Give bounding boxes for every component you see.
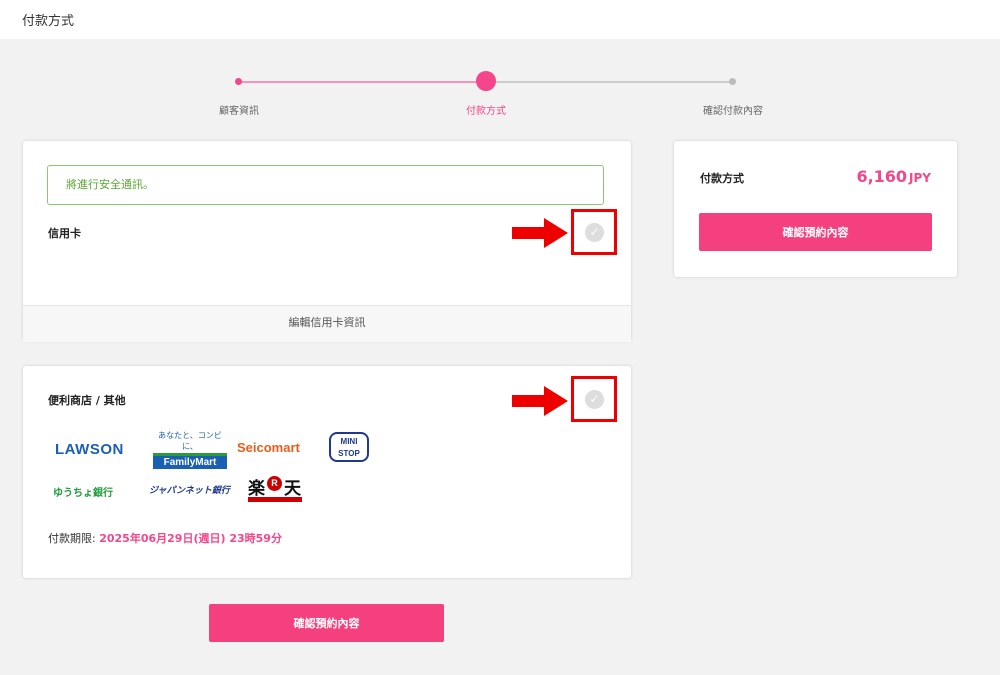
seicomart-logo: Seicomart bbox=[237, 440, 300, 455]
convenience-store-option[interactable]: 便利商店 / 其他 ✓ LAWSON あなたと、コンビに、 FamilyMart… bbox=[23, 366, 631, 578]
step-connector-pending bbox=[486, 81, 733, 83]
step-2-label: 付款方式 bbox=[466, 106, 506, 117]
confirm-reservation-button[interactable]: 確認預約內容 bbox=[699, 213, 932, 251]
price-amount: 6,160 bbox=[856, 167, 908, 186]
credit-card-radio[interactable]: ✓ bbox=[571, 209, 617, 255]
japannet-bank-logo: ジャパンネット銀行 bbox=[149, 485, 230, 495]
payment-deadline: 付款期限: 2025年06月29日(週日) 23時59分 bbox=[48, 530, 282, 546]
rakuten-r-badge: R bbox=[267, 476, 282, 491]
credit-card-option[interactable]: 將進行安全通訊。 信用卡 ✓ 編輯信用卡資訊 bbox=[23, 141, 631, 342]
secure-notice: 將進行安全通訊。 bbox=[47, 165, 604, 205]
step-3-dot bbox=[729, 78, 736, 85]
summary-price: 6,160 JPY bbox=[856, 167, 931, 186]
lawson-logo: LAWSON bbox=[55, 441, 124, 458]
yucho-bank-logo: ゆうちょ銀行 bbox=[53, 488, 113, 499]
deadline-value: 2025年06月29日(週日) 23時59分 bbox=[99, 532, 282, 545]
rakuten-sub-bar bbox=[248, 497, 302, 502]
page-title: 付款方式 bbox=[22, 14, 75, 29]
rakuten-char-1: 楽 bbox=[248, 479, 265, 498]
confirm-reservation-bottom-button[interactable]: 確認預約內容 bbox=[209, 604, 444, 642]
edit-credit-card-button[interactable]: 編輯信用卡資訊 bbox=[23, 305, 631, 342]
convenience-store-label: 便利商店 / 其他 bbox=[48, 394, 126, 407]
red-arrow-icon bbox=[512, 218, 568, 248]
ministop-line-1: MINI bbox=[340, 437, 358, 446]
credit-card-label: 信用卡 bbox=[48, 227, 81, 240]
step-1-dot bbox=[235, 78, 242, 85]
convenience-store-radio[interactable]: ✓ bbox=[571, 376, 617, 422]
summary-label: 付款方式 bbox=[700, 172, 744, 185]
price-currency: JPY bbox=[909, 171, 931, 185]
payment-summary: 付款方式 6,160 JPY 確認預約內容 bbox=[674, 141, 957, 277]
familymart-wordmark: FamilyMart bbox=[153, 456, 227, 469]
familymart-logo: あなたと、コンビに、 FamilyMart bbox=[153, 430, 227, 469]
check-icon: ✓ bbox=[585, 223, 604, 242]
ministop-logo: MINI STOP bbox=[329, 432, 369, 462]
check-icon: ✓ bbox=[585, 390, 604, 409]
red-arrow-icon bbox=[512, 386, 568, 416]
rakuten-bank-logo: 楽 R 天 bbox=[248, 474, 304, 504]
ministop-line-2: STOP bbox=[338, 449, 360, 458]
familymart-tagline: あなたと、コンビに、 bbox=[158, 431, 222, 451]
step-1-label: 顧客資訊 bbox=[219, 106, 259, 117]
rakuten-char-2: 天 bbox=[284, 479, 301, 498]
deadline-label: 付款期限: bbox=[48, 532, 96, 545]
step-connector-completed bbox=[239, 81, 486, 83]
step-3-label: 確認付款內容 bbox=[703, 106, 763, 117]
top-bar: 付款方式 bbox=[0, 0, 1000, 39]
step-2-dot-current bbox=[476, 71, 496, 91]
